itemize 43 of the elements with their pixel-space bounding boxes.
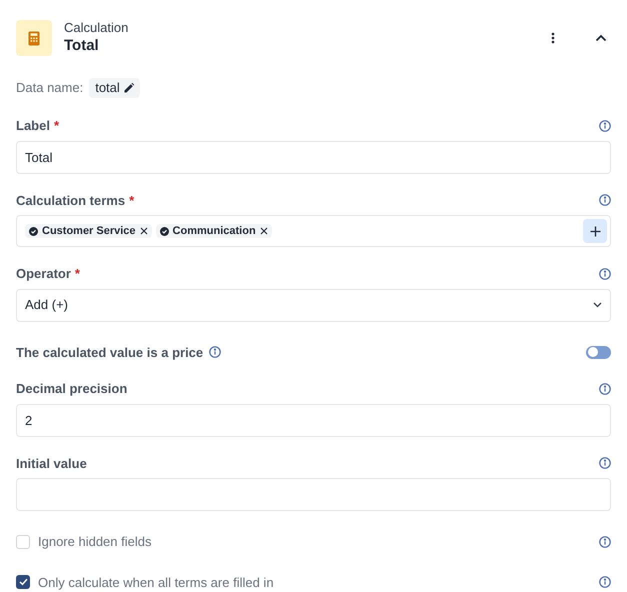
select-field[interactable]: Add (+) — [16, 288, 611, 322]
info-icon[interactable] — [599, 382, 611, 395]
field-label: Initial value — [16, 454, 87, 472]
data-name-chip[interactable]: total — [89, 78, 140, 98]
check-circle-icon — [29, 226, 38, 236]
add-button[interactable] — [583, 219, 607, 243]
info-icon[interactable] — [599, 194, 611, 206]
input-field[interactable] — [16, 478, 611, 511]
required-mark: * — [74, 265, 80, 283]
info-icon[interactable] — [599, 576, 611, 588]
checkbox[interactable] — [16, 575, 30, 590]
tags-field[interactable]: Customer Service Communication — [16, 215, 611, 247]
tag-label: Communication — [172, 224, 256, 239]
remove-icon[interactable] — [260, 227, 268, 235]
field-label: Calculation terms — [16, 192, 126, 210]
checkbox-label: Only calculate when all terms are filled in — [38, 574, 274, 592]
info-icon[interactable] — [599, 457, 611, 470]
required-mark: * — [129, 192, 134, 210]
checkbox[interactable] — [16, 534, 30, 549]
checkbox-label: Ignore hidden fields — [38, 533, 152, 551]
input-field[interactable]: 2 — [16, 404, 611, 436]
field-label: The calculated value is a price — [16, 344, 204, 362]
edit-icon — [124, 83, 134, 93]
field-type: Calculation — [64, 20, 128, 36]
check-icon — [18, 578, 28, 586]
remove-icon[interactable] — [140, 227, 148, 235]
field-title: Total — [64, 36, 99, 56]
info-icon[interactable] — [599, 536, 611, 548]
field-label: Operator — [16, 265, 71, 283]
field-label: Label — [16, 117, 50, 135]
field-label: Decimal precision — [16, 380, 128, 398]
data-name-label: Data name: — [16, 79, 84, 98]
required-mark: * — [54, 117, 60, 135]
input-field[interactable]: Total — [16, 140, 611, 174]
calculator-icon — [16, 20, 52, 56]
plus-icon — [590, 226, 600, 236]
tag-label: Customer Service — [42, 224, 136, 239]
info-icon[interactable] — [599, 120, 611, 132]
chevron-down-icon — [593, 302, 602, 308]
info-icon[interactable] — [599, 268, 611, 280]
info-icon[interactable] — [209, 346, 222, 358]
toggle-switch[interactable] — [586, 346, 611, 359]
check-circle-icon — [160, 226, 169, 236]
